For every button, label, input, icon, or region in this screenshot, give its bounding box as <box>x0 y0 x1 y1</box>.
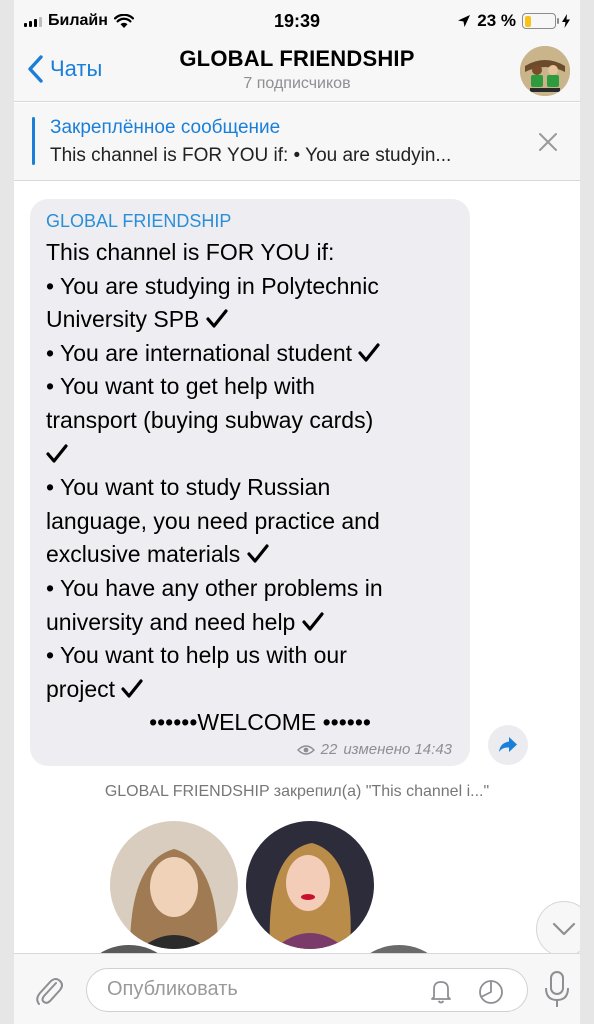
chevron-down-icon <box>552 922 576 936</box>
edited-time: изменено 14:43 <box>343 741 452 758</box>
channel-avatar[interactable] <box>520 46 570 96</box>
checkmark-icon <box>247 544 269 563</box>
message-line: project <box>46 673 454 707</box>
video-message-thumbnail[interactable] <box>110 821 238 949</box>
message-author: GLOBAL FRIENDSHIP <box>46 211 232 231</box>
message-line: • You want to get help with <box>46 373 315 400</box>
message-line: transport (buying subway cards) <box>46 406 374 433</box>
checkmark-icon <box>358 343 381 362</box>
person-photo-icon <box>110 821 238 949</box>
subscriber-count: 7 подписчиков <box>243 75 351 92</box>
channel-header[interactable]: GLOBAL FRIENDSHIP 7 подписчиков <box>104 46 490 93</box>
chat-area[interactable]: GLOBAL FRIENDSHIP This channel is FOR YO… <box>14 181 580 1024</box>
close-icon[interactable] <box>534 128 562 156</box>
back-label: Чаты <box>50 56 103 81</box>
pinned-accent-bar <box>32 117 35 165</box>
message-line: ••••••WELCOME •••••• <box>149 709 371 736</box>
navigation-bar: Чаты GLOBAL FRIENDSHIP 7 подписчиков <box>14 40 580 102</box>
message-line <box>46 438 454 472</box>
pinned-message[interactable]: Закреплённое сообщение This channel is F… <box>14 103 580 181</box>
chevron-left-icon <box>28 55 43 83</box>
screen: Билайн 19:39 23 % Чаты GLOBAL FRIENDSHIP… <box>14 0 580 1024</box>
view-count: 22 <box>320 741 338 758</box>
bell-icon[interactable] <box>429 978 453 1004</box>
location-arrow-icon <box>458 15 471 27</box>
battery-icon <box>522 13 559 29</box>
message-meta: 22 изменено 14:43 <box>296 741 452 758</box>
message-line: exclusive materials <box>46 538 454 572</box>
device-frame: Билайн 19:39 23 % Чаты GLOBAL FRIENDSHIP… <box>0 0 594 1024</box>
message-line: University SPB <box>46 303 454 337</box>
scroll-down-button[interactable] <box>536 901 580 957</box>
checkmark-icon <box>46 443 68 463</box>
message-line: This channel is FOR YOU if: <box>46 239 335 265</box>
message-line: language, you need practice and <box>46 507 380 534</box>
status-right: 23 % <box>457 11 570 31</box>
checkmark-icon <box>121 679 144 698</box>
message-line: • You are international student <box>46 337 454 371</box>
message-bubble[interactable]: GLOBAL FRIENDSHIP This channel is FOR YO… <box>30 199 470 766</box>
channel-title: GLOBAL FRIENDSHIP <box>179 46 415 71</box>
message-line: university and need help <box>46 606 454 640</box>
pinned-label: Закреплённое сообщение <box>50 117 281 138</box>
charging-icon <box>562 14 570 28</box>
input-bar <box>14 953 580 1024</box>
channel-logo-icon <box>520 46 570 96</box>
microphone-icon[interactable] <box>544 970 570 1010</box>
eye-icon <box>296 744 315 755</box>
share-button[interactable] <box>488 725 528 765</box>
message-line: • You want to help us with our <box>46 642 347 669</box>
person-photo-icon <box>246 821 374 949</box>
message-field[interactable] <box>86 968 528 1012</box>
message-line: • You want to study Russian <box>46 474 331 501</box>
message-line: • You are studying in Polytechnic <box>46 272 379 299</box>
status-bar: Билайн 19:39 23 % <box>14 0 580 40</box>
share-arrow-icon <box>499 737 517 752</box>
back-button[interactable]: Чаты <box>26 54 102 84</box>
message-input[interactable] <box>107 978 417 1001</box>
video-message-thumbnail[interactable] <box>246 821 374 949</box>
pinned-text: This channel is FOR YOU if: • You are st… <box>50 145 452 166</box>
service-message: GLOBAL FRIENDSHIP закрепил(а) "This chan… <box>104 783 490 800</box>
battery-percent: 23 % <box>477 11 516 30</box>
checkmark-icon <box>206 309 228 328</box>
battery-fill <box>524 15 532 27</box>
timer-icon[interactable] <box>477 978 505 1006</box>
checkmark-icon <box>302 611 324 631</box>
paperclip-icon[interactable] <box>34 974 64 1008</box>
message-line: • You have any other problems in <box>46 574 383 601</box>
